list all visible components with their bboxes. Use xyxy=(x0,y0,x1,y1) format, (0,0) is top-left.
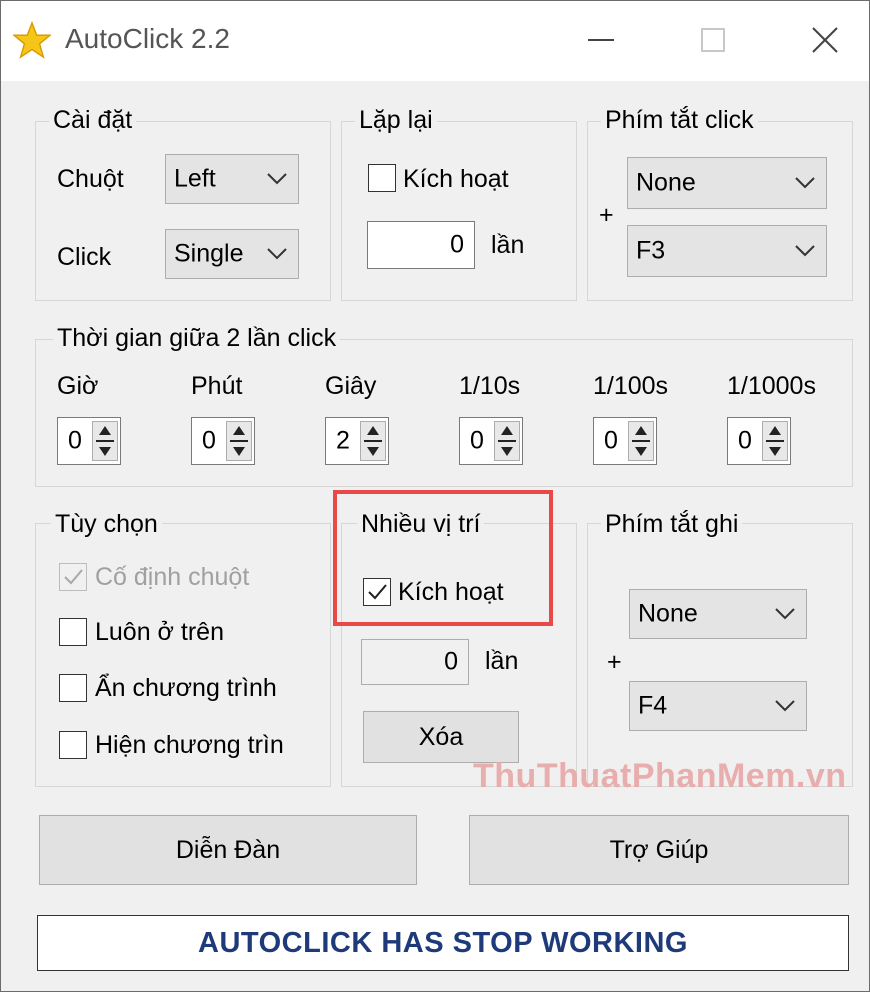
hour-stepper[interactable] xyxy=(92,421,118,461)
tenth-spinner[interactable]: 0 xyxy=(459,417,523,465)
chevron-down-icon xyxy=(267,248,287,260)
hour-label: Giờ xyxy=(57,372,99,400)
thousandth-stepper[interactable] xyxy=(762,421,788,461)
chevron-down-icon xyxy=(775,700,795,712)
title-bar[interactable]: AutoClick 2.2 xyxy=(1,1,869,81)
click-type-select-value: Single xyxy=(174,239,244,268)
second-label: Giây xyxy=(325,372,377,400)
close-icon xyxy=(812,27,838,53)
options-group-label: Tùy chọn xyxy=(51,509,162,539)
status-bar: AUTOCLICK HAS STOP WORKING xyxy=(37,915,849,971)
click-hotkey-key-select[interactable]: F3 xyxy=(627,225,827,277)
highlight-box xyxy=(333,490,553,626)
repeat-count-input[interactable]: 0 xyxy=(367,221,475,269)
hour-spinner[interactable]: 0 xyxy=(57,417,121,465)
hide-program-checkbox[interactable] xyxy=(59,674,87,702)
repeat-group xyxy=(341,121,577,301)
always-on-top-checkbox[interactable] xyxy=(59,618,87,646)
click-hotkey-plus: + xyxy=(599,201,614,229)
minute-spinner[interactable]: 0 xyxy=(191,417,255,465)
hundredth-stepper[interactable] xyxy=(628,421,654,461)
minute-stepper[interactable] xyxy=(226,421,252,461)
fix-mouse-label: Cố định chuột xyxy=(95,563,250,591)
tenth-stepper[interactable] xyxy=(494,421,520,461)
delete-button[interactable]: Xóa xyxy=(363,711,519,763)
minute-label: Phút xyxy=(191,372,243,400)
thousandth-label: 1/1000s xyxy=(727,372,816,400)
hundredth-spinner[interactable]: 0 xyxy=(593,417,657,465)
chevron-down-icon xyxy=(267,173,287,185)
chevron-down-icon xyxy=(795,245,815,257)
show-program-checkbox[interactable] xyxy=(59,731,87,759)
repeat-enable-checkbox[interactable] xyxy=(368,164,396,192)
record-hotkey-group xyxy=(587,523,853,787)
help-button[interactable]: Trợ Giúp xyxy=(469,815,849,885)
fix-mouse-checkbox[interactable] xyxy=(59,563,87,591)
multi-position-count-input[interactable]: 0 xyxy=(361,639,469,685)
click-type-select[interactable]: Single xyxy=(165,229,299,279)
click-hotkey-key-value: F3 xyxy=(636,236,666,265)
second-stepper[interactable] xyxy=(360,421,386,461)
repeat-group-label: Lặp lại xyxy=(355,105,437,135)
click-type-label: Click xyxy=(57,243,112,271)
hundredth-value: 0 xyxy=(604,426,618,455)
watermark: ThuThuatPhanMem.vn xyxy=(473,757,847,795)
thousandth-value: 0 xyxy=(738,426,752,455)
forum-button[interactable]: Diễn Đàn xyxy=(39,815,417,885)
hundredth-label: 1/100s xyxy=(593,372,669,400)
record-hotkey-group-label: Phím tắt ghi xyxy=(601,509,743,539)
chevron-down-icon xyxy=(795,177,815,189)
multi-position-unit-label: lần xyxy=(485,647,519,675)
tenth-value: 0 xyxy=(470,426,484,455)
second-value: 2 xyxy=(336,426,350,455)
second-spinner[interactable]: 2 xyxy=(325,417,389,465)
click-hotkey-modifier-value: None xyxy=(636,168,696,197)
minimize-button[interactable] xyxy=(569,15,633,65)
record-hotkey-modifier-select[interactable]: None xyxy=(629,589,807,639)
minimize-icon xyxy=(588,39,614,41)
window-title: AutoClick 2.2 xyxy=(65,23,230,54)
record-hotkey-modifier-value: None xyxy=(638,599,698,628)
click-hotkey-group-label: Phím tắt click xyxy=(601,105,758,135)
repeat-count-value: 0 xyxy=(450,230,464,259)
always-on-top-label: Luôn ở trên xyxy=(95,618,224,646)
interval-group-label: Thời gian giữa 2 lần click xyxy=(53,323,341,353)
mouse-select-value: Left xyxy=(174,164,216,193)
checkmark-icon xyxy=(64,569,83,585)
hide-program-label: Ẩn chương trình xyxy=(95,674,277,702)
record-hotkey-key-value: F4 xyxy=(638,691,668,720)
maximize-button[interactable] xyxy=(681,15,745,65)
close-button[interactable] xyxy=(793,15,857,65)
hour-value: 0 xyxy=(68,426,82,455)
click-hotkey-modifier-select[interactable]: None xyxy=(627,157,827,209)
show-program-label: Hiện chương trìn xyxy=(95,731,284,759)
mouse-label: Chuột xyxy=(57,165,124,193)
star-icon xyxy=(13,21,51,59)
minute-value: 0 xyxy=(202,426,216,455)
repeat-unit-label: lần xyxy=(491,231,525,259)
autoclick-window: AutoClick 2.2 Cài đặt Chuột Left Click S… xyxy=(0,0,870,992)
tenth-label: 1/10s xyxy=(459,372,521,400)
chevron-down-icon xyxy=(775,608,795,620)
record-hotkey-key-select[interactable]: F4 xyxy=(629,681,807,731)
mouse-select[interactable]: Left xyxy=(165,154,299,204)
maximize-icon xyxy=(701,28,725,52)
repeat-enable-label: Kích hoạt xyxy=(403,165,509,193)
record-hotkey-plus: + xyxy=(607,648,622,676)
thousandth-spinner[interactable]: 0 xyxy=(727,417,791,465)
multi-position-count-value: 0 xyxy=(444,647,458,676)
settings-group-label: Cài đặt xyxy=(49,105,137,135)
